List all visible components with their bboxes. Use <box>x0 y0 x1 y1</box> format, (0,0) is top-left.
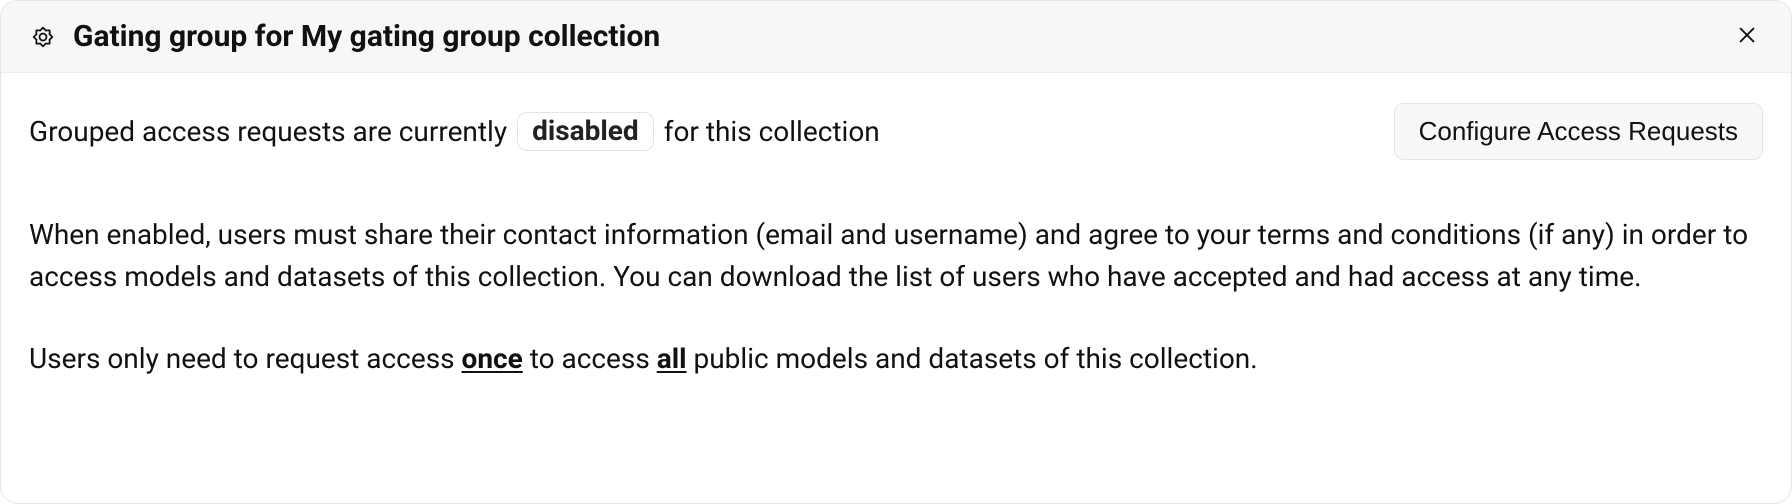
description-paragraph-2: Users only need to request access once t… <box>29 338 1763 380</box>
emphasis-all: all <box>657 342 687 375</box>
close-icon <box>1736 24 1758 49</box>
status-row: Grouped access requests are currently di… <box>29 103 1763 160</box>
status-pill: disabled <box>517 112 654 151</box>
description-paragraph-1: When enabled, users must share their con… <box>29 214 1763 298</box>
gating-group-panel: Gating group for My gating group collect… <box>0 0 1792 504</box>
configure-access-requests-button[interactable]: Configure Access Requests <box>1394 103 1763 160</box>
panel-header: Gating group for My gating group collect… <box>1 1 1791 73</box>
status-text: Grouped access requests are currently di… <box>29 112 1374 151</box>
status-prefix: Grouped access requests are currently <box>29 115 507 148</box>
panel-body: Grouped access requests are currently di… <box>1 73 1791 503</box>
emphasis-once: once <box>462 342 523 375</box>
description: When enabled, users must share their con… <box>29 214 1763 380</box>
close-button[interactable] <box>1731 21 1763 53</box>
para2-text-c: public models and datasets of this colle… <box>687 342 1258 375</box>
para2-text-a: Users only need to request access <box>29 342 462 375</box>
gating-group-icon <box>29 23 57 51</box>
panel-title: Gating group for My gating group collect… <box>73 19 1715 54</box>
para2-text-b: to access <box>523 342 657 375</box>
status-suffix: for this collection <box>664 115 880 148</box>
